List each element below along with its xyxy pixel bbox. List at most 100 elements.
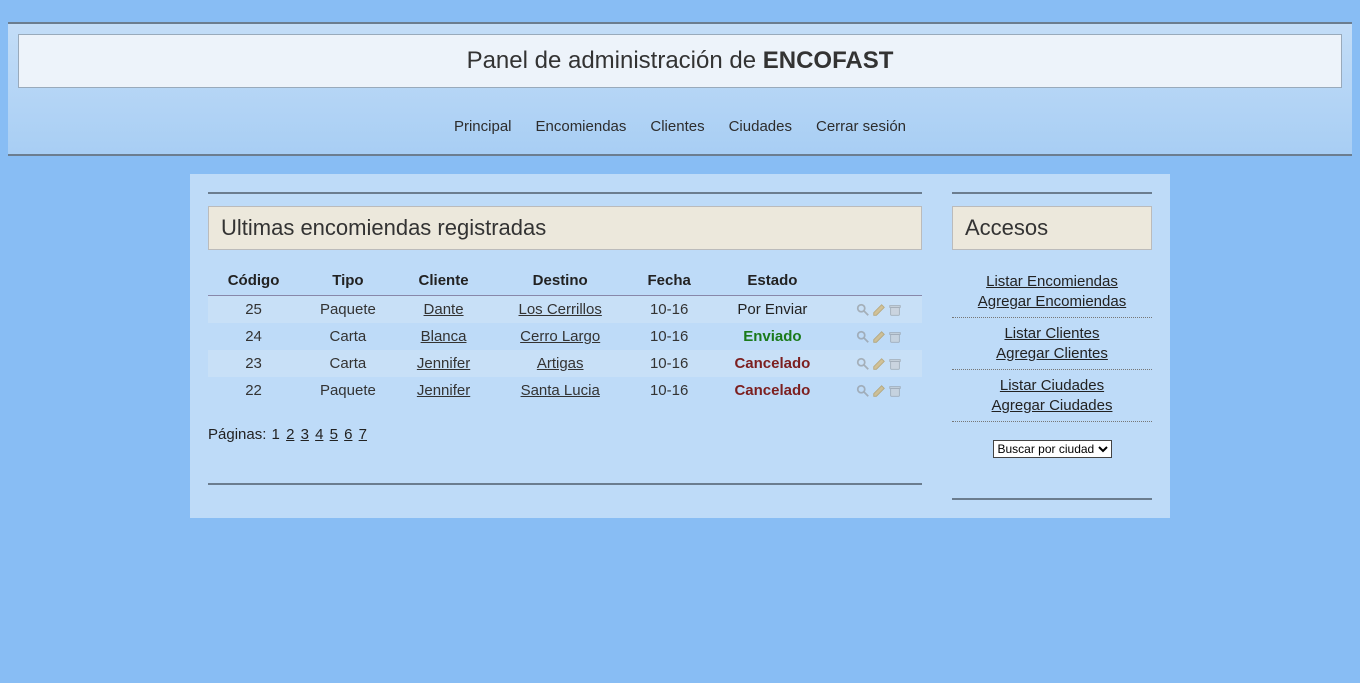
edit-icon[interactable]: [872, 330, 886, 344]
delete-icon[interactable]: [888, 330, 902, 344]
sidebar-link[interactable]: Listar Clientes: [952, 324, 1152, 344]
cell-destino: Cerro Largo: [490, 323, 630, 350]
app-background: Panel de administración de ENCOFAST Prin…: [0, 0, 1360, 683]
destino-link[interactable]: Santa Lucia: [521, 382, 600, 399]
table-header-cell: Cliente: [397, 266, 491, 296]
divider: [952, 192, 1152, 194]
cell-fecha: 10-16: [630, 350, 708, 377]
search-icon[interactable]: [856, 303, 870, 317]
cell-actions: [836, 350, 922, 377]
page-link[interactable]: 6: [344, 426, 352, 443]
delete-icon[interactable]: [888, 357, 902, 371]
cell-tipo: Paquete: [299, 377, 397, 404]
sidebar-link[interactable]: Agregar Clientes: [952, 344, 1152, 364]
cell-tipo: Carta: [299, 323, 397, 350]
sidebar-link-group: Listar CiudadesAgregar Ciudades: [952, 370, 1152, 422]
cell-codigo: 25: [208, 296, 299, 324]
sidebar: Accesos Listar EncomiendasAgregar Encomi…: [952, 192, 1152, 500]
cell-cliente: Jennifer: [397, 377, 491, 404]
cell-actions: [836, 377, 922, 404]
city-search-select[interactable]: Buscar por ciudad: [993, 440, 1112, 458]
table-row: 23Carta Jennifer Artigas 10-16Cancelado: [208, 350, 922, 377]
table-header-cell: Destino: [490, 266, 630, 296]
pagination-pages: 1 2 3 4 5 6 7: [271, 426, 368, 443]
page-link[interactable]: 2: [286, 426, 294, 443]
cell-cliente: Dante: [397, 296, 491, 324]
sidebar-link-group: Listar EncomiendasAgregar Encomiendas: [952, 266, 1152, 318]
cell-codigo: 22: [208, 377, 299, 404]
cell-estado: Por Enviar: [708, 296, 836, 324]
nav-link[interactable]: Ciudades: [729, 118, 792, 135]
table-header-actions: [836, 266, 922, 296]
page-link[interactable]: 4: [315, 426, 323, 443]
sidebar-select-wrap: Buscar por ciudad: [952, 440, 1152, 458]
encomiendas-table: CódigoTipoClienteDestinoFechaEstado 25Pa…: [208, 266, 922, 404]
edit-icon[interactable]: [872, 384, 886, 398]
table-header-cell: Estado: [708, 266, 836, 296]
divider: [208, 483, 922, 485]
sidebar-links: Listar EncomiendasAgregar EncomiendasLis…: [952, 266, 1152, 422]
cliente-link[interactable]: Dante: [424, 301, 464, 318]
destino-link[interactable]: Cerro Largo: [520, 328, 600, 345]
cliente-link[interactable]: Jennifer: [417, 355, 470, 372]
cell-cliente: Jennifer: [397, 350, 491, 377]
table-header-cell: Código: [208, 266, 299, 296]
cell-fecha: 10-16: [630, 323, 708, 350]
table-header-row: CódigoTipoClienteDestinoFechaEstado: [208, 266, 922, 296]
content-panel: Ultimas encomiendas registradas CódigoTi…: [190, 174, 1170, 518]
cell-actions: [836, 296, 922, 324]
title-box: Panel de administración de ENCOFAST: [18, 34, 1342, 88]
table-row: 25Paquete Dante Los Cerrillos 10-16Por Envi…: [208, 296, 922, 324]
main-heading: Ultimas encomiendas registradas: [208, 206, 922, 250]
cell-estado: Cancelado: [708, 377, 836, 404]
nav-link[interactable]: Encomiendas: [536, 118, 627, 135]
table-body: 25PaqueteDanteLos Cerrillos10-16Por Envi…: [208, 296, 922, 405]
nav-link[interactable]: Cerrar sesión: [816, 118, 906, 135]
page-current: 1: [272, 426, 280, 443]
sidebar-link-group: Listar ClientesAgregar Clientes: [952, 318, 1152, 370]
sidebar-link[interactable]: Agregar Ciudades: [952, 396, 1152, 416]
sidebar-link[interactable]: Listar Ciudades: [952, 376, 1152, 396]
edit-icon[interactable]: [872, 303, 886, 317]
cell-codigo: 24: [208, 323, 299, 350]
table-row: 24Carta Blanca Cerro Largo 10-16Enviado: [208, 323, 922, 350]
cell-fecha: 10-16: [630, 377, 708, 404]
main-nav: Principal Encomiendas Clientes Ciudades Cerr…: [18, 100, 1342, 144]
cell-codigo: 23: [208, 350, 299, 377]
cell-estado: Cancelado: [708, 350, 836, 377]
cell-tipo: Paquete: [299, 296, 397, 324]
cell-actions: [836, 323, 922, 350]
pagination-label: Páginas:: [208, 426, 266, 443]
cliente-link[interactable]: Jennifer: [417, 382, 470, 399]
search-icon[interactable]: [856, 384, 870, 398]
edit-icon[interactable]: [872, 357, 886, 371]
search-icon[interactable]: [856, 330, 870, 344]
sidebar-link[interactable]: Listar Encomiendas: [952, 272, 1152, 292]
cell-estado: Enviado: [708, 323, 836, 350]
cell-destino: Artigas: [490, 350, 630, 377]
cell-cliente: Blanca: [397, 323, 491, 350]
page-link[interactable]: 7: [359, 426, 367, 443]
delete-icon[interactable]: [888, 303, 902, 317]
sidebar-link[interactable]: Agregar Encomiendas: [952, 292, 1152, 312]
page-link[interactable]: 3: [301, 426, 309, 443]
page-link[interactable]: 5: [330, 426, 338, 443]
divider: [952, 498, 1152, 500]
nav-link[interactable]: Clientes: [650, 118, 704, 135]
table-header-cell: Fecha: [630, 266, 708, 296]
table-row: 22Paquete Jennifer Santa Lucia 10-16Cancela…: [208, 377, 922, 404]
cliente-link[interactable]: Blanca: [421, 328, 467, 345]
search-icon[interactable]: [856, 357, 870, 371]
destino-link[interactable]: Los Cerrillos: [519, 301, 602, 318]
table-header-cell: Tipo: [299, 266, 397, 296]
cell-destino: Santa Lucia: [490, 377, 630, 404]
delete-icon[interactable]: [888, 384, 902, 398]
page-title: Panel de administración de ENCOFAST: [31, 47, 1329, 75]
cell-destino: Los Cerrillos: [490, 296, 630, 324]
cell-fecha: 10-16: [630, 296, 708, 324]
destino-link[interactable]: Artigas: [537, 355, 584, 372]
nav-link[interactable]: Principal: [454, 118, 512, 135]
sidebar-heading: Accesos: [952, 206, 1152, 250]
pagination: Páginas: 1 2 3 4 5 6 7: [208, 426, 922, 443]
cell-tipo: Carta: [299, 350, 397, 377]
